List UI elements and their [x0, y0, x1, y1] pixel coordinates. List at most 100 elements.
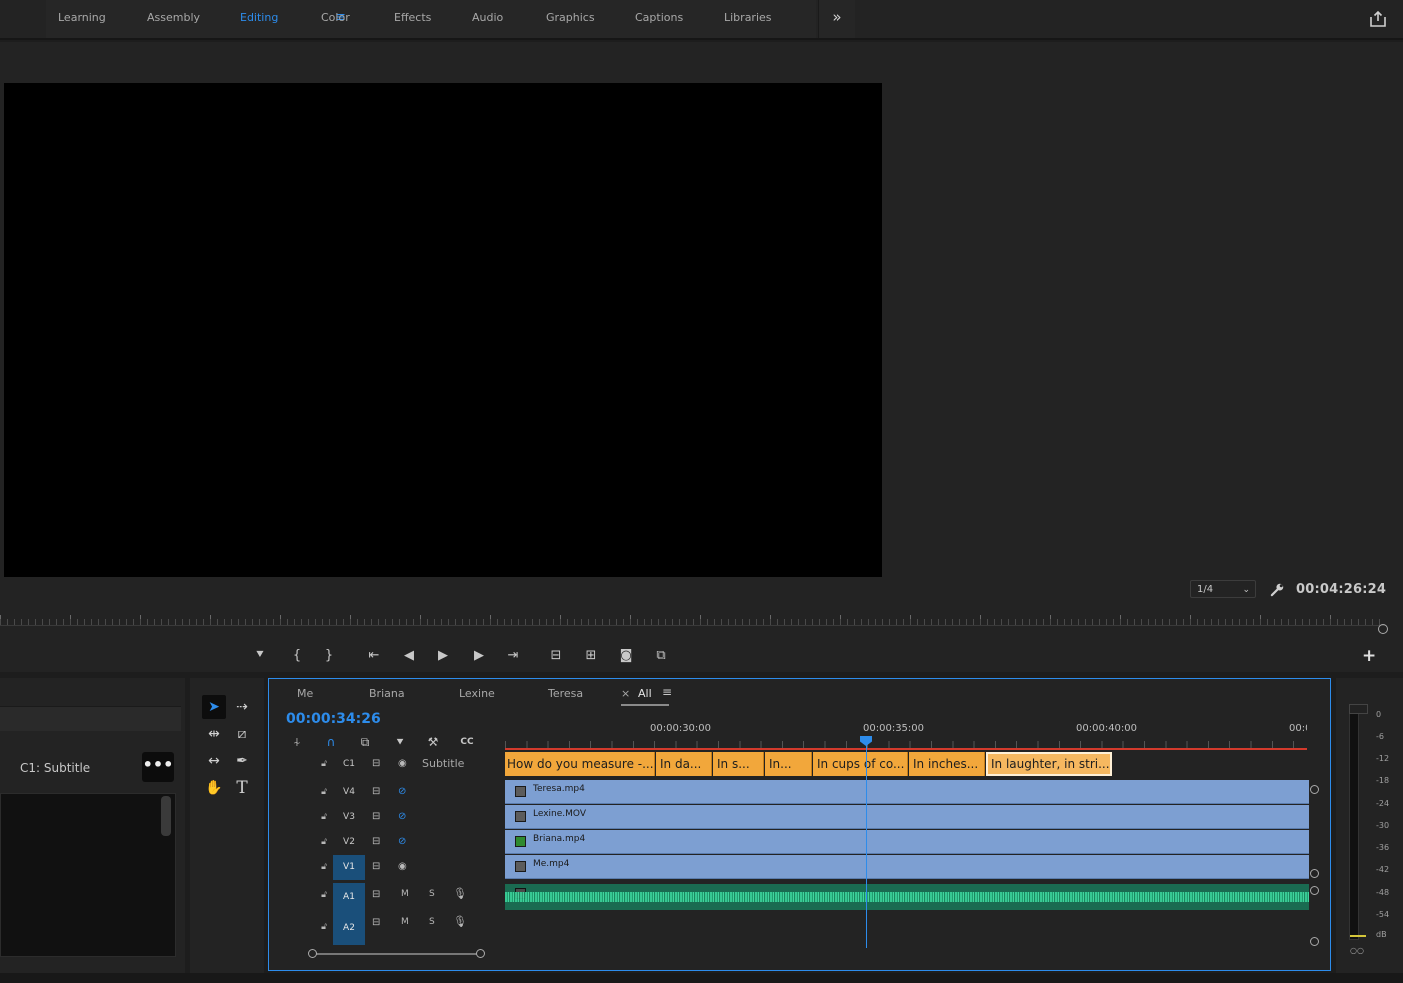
vertical-scrollbar[interactable] — [161, 796, 171, 836]
pen-tool-icon[interactable]: ✒ — [230, 749, 254, 773]
more-options-button[interactable]: ••• — [142, 752, 174, 782]
vertical-zoom-handle[interactable] — [1310, 886, 1319, 895]
solo-button[interactable]: S — [429, 917, 435, 927]
tab-libraries[interactable]: Libraries — [724, 11, 772, 24]
caption-clip[interactable]: In cups of co... — [813, 752, 908, 776]
track-label[interactable]: C1 — [333, 752, 365, 777]
zoom-handle-right[interactable] — [476, 949, 485, 958]
add-marker-icon[interactable]: ⯆ — [391, 734, 409, 750]
video-clip[interactable]: Lexine.MOV — [505, 805, 1309, 829]
lift-icon[interactable]: ⊟ — [545, 645, 567, 667]
insert-nest-icon[interactable]: ⍭ — [288, 734, 306, 750]
tab-sequence-briana[interactable]: Briana — [369, 687, 405, 700]
sync-lock-icon[interactable]: ⊟ — [372, 836, 386, 848]
mark-in-icon[interactable]: { — [286, 645, 308, 667]
type-tool-icon[interactable]: T — [230, 776, 254, 800]
ripple-edit-tool-icon[interactable]: ⇹ — [202, 722, 226, 746]
solo-button[interactable]: S — [429, 889, 435, 899]
microphone-icon[interactable]: 🎙︎ — [453, 887, 467, 900]
step-forward-icon[interactable]: ▶︎ — [468, 645, 490, 667]
add-marker-icon[interactable]: ⯆ — [249, 645, 271, 667]
vertical-zoom-handle[interactable] — [1310, 869, 1319, 878]
eye-icon[interactable]: ◉ — [398, 860, 414, 874]
tab-captions[interactable]: Captions — [635, 11, 683, 24]
linked-selection-icon[interactable]: ⧉ — [356, 734, 374, 750]
video-preview[interactable] — [4, 83, 882, 577]
export-frame-camera-icon[interactable]: ◙ — [615, 645, 637, 667]
sync-lock-icon[interactable]: ⊟ — [372, 758, 386, 770]
mute-button[interactable]: M — [401, 889, 409, 899]
captions-cc-icon[interactable]: CC — [458, 734, 476, 750]
vertical-zoom-handle[interactable] — [1310, 785, 1319, 794]
go-to-in-icon[interactable]: ⇤ — [363, 645, 385, 667]
layer-list[interactable] — [0, 793, 176, 957]
lock-icon[interactable]: 🔓︎ — [318, 758, 330, 770]
caption-clip[interactable]: In... — [765, 752, 812, 776]
lock-icon[interactable]: 🔓︎ — [318, 811, 330, 823]
scroll-thumb[interactable] — [312, 953, 480, 955]
tab-sequence-lexine[interactable]: Lexine — [459, 687, 495, 700]
eye-hidden-icon[interactable]: ⊘ — [398, 810, 414, 824]
sync-lock-icon[interactable]: ⊟ — [372, 811, 386, 823]
vertical-zoom-handle[interactable] — [1310, 937, 1319, 946]
caption-clip[interactable]: In inches... — [909, 752, 985, 776]
lock-icon[interactable]: 🔓︎ — [318, 889, 330, 901]
caption-clip-selected[interactable]: In laughter, in stri... — [986, 752, 1112, 776]
track-label[interactable]: V4 — [333, 780, 365, 805]
video-clip[interactable]: Me.mp4 — [505, 855, 1309, 879]
share-icon[interactable] — [1368, 9, 1388, 29]
tab-graphics[interactable]: Graphics — [546, 11, 595, 24]
mute-button[interactable]: M — [401, 917, 409, 927]
sync-lock-icon[interactable]: ⊟ — [372, 917, 386, 929]
caption-clip[interactable]: In s... — [713, 752, 764, 776]
video-clip[interactable]: Briana.mp4 — [505, 830, 1309, 854]
tab-learning[interactable]: Learning — [58, 11, 106, 24]
lock-icon[interactable]: 🔓︎ — [318, 921, 330, 933]
tab-color[interactable]: Color — [321, 11, 350, 24]
lock-icon[interactable]: 🔓︎ — [318, 836, 330, 848]
snap-magnet-icon[interactable]: ∩ — [322, 734, 340, 750]
tab-audio[interactable]: Audio — [472, 11, 503, 24]
track-select-tool-icon[interactable]: ⇢ — [230, 695, 254, 719]
step-back-icon[interactable]: ◀︎ — [398, 645, 420, 667]
tab-sequence-teresa[interactable]: Teresa — [548, 687, 583, 700]
microphone-icon[interactable]: 🎙︎ — [453, 915, 467, 928]
video-clip[interactable]: Teresa.mp4 — [505, 780, 1309, 804]
more-workspaces-chevron-icon[interactable]: » — [818, 0, 855, 38]
track-label[interactable]: V2 — [333, 830, 365, 855]
lock-icon[interactable]: 🔓︎ — [318, 861, 330, 873]
tab-effects[interactable]: Effects — [394, 11, 431, 24]
track-label[interactable]: V1 — [333, 855, 365, 880]
close-tab-icon[interactable]: × — [621, 687, 630, 700]
eye-icon[interactable]: ◉ — [398, 757, 414, 771]
tab-sequence-all[interactable]: All — [638, 687, 652, 700]
comparison-view-icon[interactable]: ⧉ — [650, 645, 672, 667]
mark-out-icon[interactable]: } — [318, 645, 340, 667]
tab-editing[interactable]: Editing — [240, 11, 278, 24]
slip-tool-icon[interactable]: ↔ — [202, 749, 226, 773]
selection-tool-icon[interactable]: ➤ — [202, 695, 226, 719]
go-to-out-icon[interactable]: ⇥ — [502, 645, 524, 667]
button-editor-plus-icon[interactable]: + — [1362, 646, 1376, 666]
tab-assembly[interactable]: Assembly — [147, 11, 200, 24]
eye-hidden-icon[interactable]: ⊘ — [398, 785, 414, 799]
lock-icon[interactable]: 🔓︎ — [318, 786, 330, 798]
track-label[interactable]: A2 — [333, 911, 365, 945]
panel-menu-icon[interactable]: ≡ — [662, 685, 672, 699]
monitor-time-ruler[interactable] — [0, 611, 1386, 626]
track-label[interactable]: A1 — [333, 883, 365, 911]
extract-icon[interactable]: ⊞ — [580, 645, 602, 667]
timeline-timecode[interactable]: 00:00:34:26 — [286, 711, 381, 727]
wrench-settings-icon[interactable] — [1270, 582, 1285, 597]
resolution-select[interactable]: 1/4 ⌄ — [1190, 580, 1256, 598]
solo-meter-buttons-icon[interactable]: ○○ — [1350, 946, 1364, 955]
zoom-handle-left[interactable] — [308, 949, 317, 958]
track-label[interactable]: V3 — [333, 805, 365, 830]
tab-sequence-me[interactable]: Me — [297, 687, 313, 700]
caption-clip[interactable]: How do you measure -... — [505, 752, 655, 776]
horizontal-scrollbar[interactable] — [282, 948, 1307, 960]
zoom-handle[interactable] — [1378, 624, 1388, 634]
play-icon[interactable]: ▶ — [432, 645, 454, 667]
sync-lock-icon[interactable]: ⊟ — [372, 861, 386, 873]
razor-tool-icon[interactable]: ⧄ — [230, 722, 254, 746]
